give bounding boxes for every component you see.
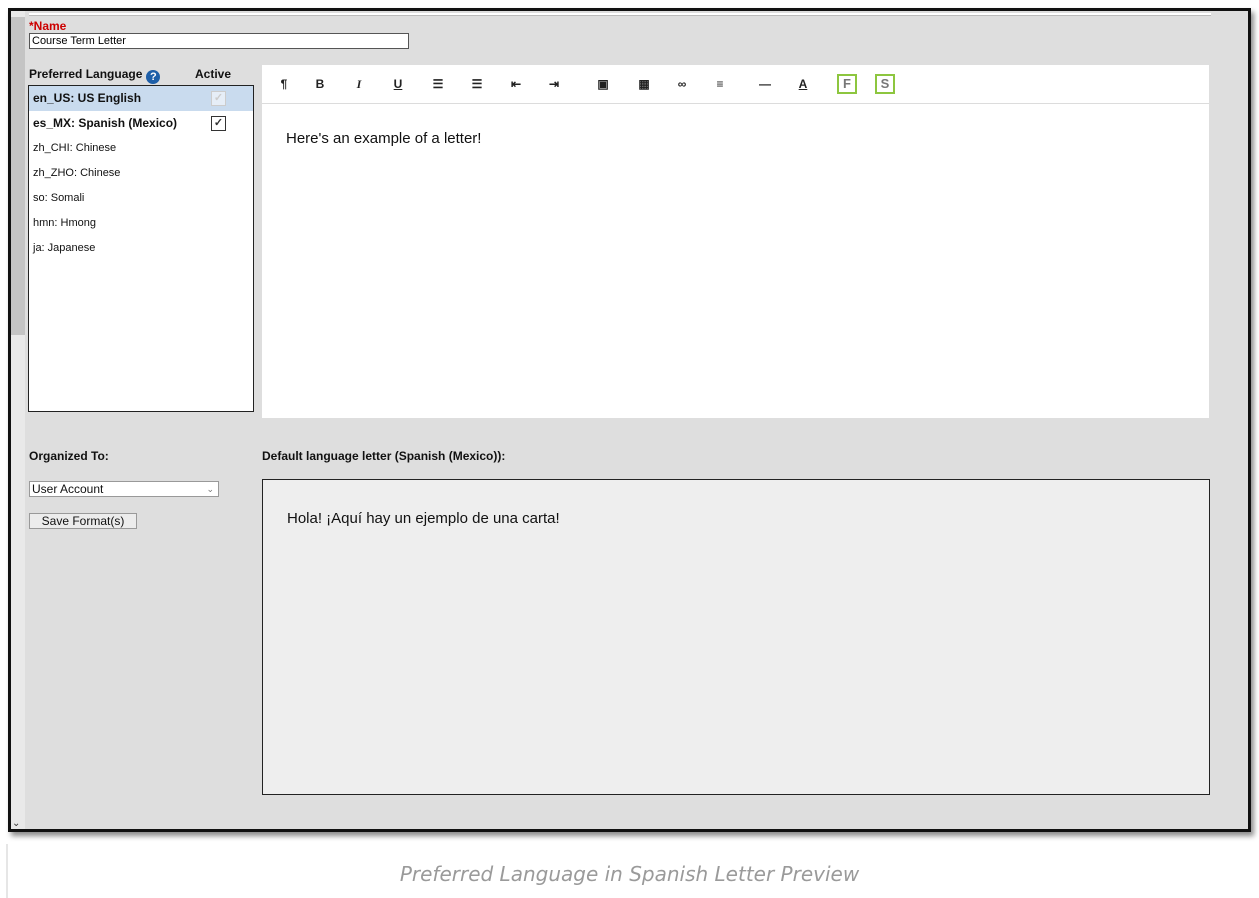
language-item-zh-zho[interactable]: zh_ZHO: Chinese <box>29 161 253 186</box>
table-icon[interactable]: ▦ <box>636 75 652 93</box>
name-label: *Name <box>29 19 67 33</box>
default-letter-label: Default language letter (Spanish (Mexico… <box>262 449 506 463</box>
language-item-so[interactable]: so: Somali <box>29 186 253 211</box>
bullet-list-icon[interactable]: ☰ <box>430 75 446 93</box>
insert-field-s-icon[interactable]: S <box>875 74 895 94</box>
preferred-language-label: Preferred Language <box>29 67 143 81</box>
language-item-es-mx[interactable]: es_MX: Spanish (Mexico) ✓ <box>29 111 253 136</box>
active-column-header: Active <box>195 67 232 81</box>
editor-content[interactable]: Here's an example of a letter! <box>262 104 1209 173</box>
language-label: es_MX: Spanish (Mexico) <box>33 116 178 130</box>
outdent-icon[interactable]: ⇤ <box>508 75 524 93</box>
language-list: en_US: US English ✓ es_MX: Spanish (Mexi… <box>28 85 254 412</box>
language-label: hmn: Hmong <box>33 217 96 229</box>
indent-icon[interactable]: ⇥ <box>546 75 562 93</box>
numbered-list-icon[interactable]: ☰ <box>469 75 485 93</box>
vertical-scrollbar[interactable]: ⌄ <box>11 11 25 829</box>
language-label: ja: Japanese <box>33 242 96 254</box>
letter-format-window: ⌄ *Name Course Term Letter Preferred Lan… <box>8 8 1251 832</box>
organized-to-value: User Account <box>32 482 104 496</box>
language-item-hmn[interactable]: hmn: Hmong <box>29 211 253 236</box>
image-icon[interactable]: ▣ <box>595 75 611 93</box>
chevron-down-icon: ⌄ <box>206 484 214 494</box>
bold-icon[interactable]: B <box>314 75 326 93</box>
language-item-en-us[interactable]: en_US: US English ✓ <box>29 86 253 111</box>
name-input[interactable]: Course Term Letter <box>29 33 409 49</box>
organized-to-label: Organized To: <box>29 449 109 463</box>
insert-field-f-icon[interactable]: F <box>837 74 857 94</box>
default-letter-preview: Hola! ¡Aquí hay un ejemplo de una carta! <box>262 479 1210 795</box>
font-color-icon[interactable]: A <box>797 75 809 93</box>
language-label: zh_ZHO: Chinese <box>33 167 121 179</box>
letter-editor: ¶ B I U ☰ ☰ ⇤ ⇥ ▣ ▦ ∞ ≡ — A F S Here's a… <box>262 65 1209 418</box>
link-icon[interactable]: ∞ <box>674 75 690 93</box>
language-item-ja[interactable]: ja: Japanese <box>29 236 253 261</box>
paragraph-icon[interactable]: ¶ <box>278 75 290 93</box>
organized-to-select[interactable]: User Account ⌄ <box>29 481 219 497</box>
language-item-zh-chi[interactable]: zh_CHI: Chinese <box>29 136 253 161</box>
default-letter-content: Hola! ¡Aquí hay un ejemplo de una carta! <box>287 510 560 527</box>
top-divider <box>29 13 1211 16</box>
save-formats-button[interactable]: Save Format(s) <box>29 513 137 529</box>
italic-icon[interactable]: I <box>353 75 365 93</box>
align-icon[interactable]: ≡ <box>712 75 728 93</box>
editor-toolbar: ¶ B I U ☰ ☰ ⇤ ⇥ ▣ ▦ ∞ ≡ — A F S <box>262 65 1209 104</box>
language-label: en_US: US English <box>33 91 142 105</box>
image-caption: Preferred Language in Spanish Letter Pre… <box>399 862 860 886</box>
active-checkbox[interactable]: ✓ <box>211 91 226 106</box>
language-label: so: Somali <box>33 192 85 204</box>
preferred-language-header: Preferred Language? <box>29 67 161 84</box>
active-checkbox[interactable]: ✓ <box>211 116 226 131</box>
underline-icon[interactable]: U <box>392 75 404 93</box>
scrollbar-thumb[interactable] <box>11 17 25 335</box>
help-icon[interactable]: ? <box>146 70 161 84</box>
horizontal-rule-icon[interactable]: — <box>757 75 773 93</box>
scroll-down-icon[interactable]: ⌄ <box>12 818 24 829</box>
language-label: zh_CHI: Chinese <box>33 142 117 154</box>
